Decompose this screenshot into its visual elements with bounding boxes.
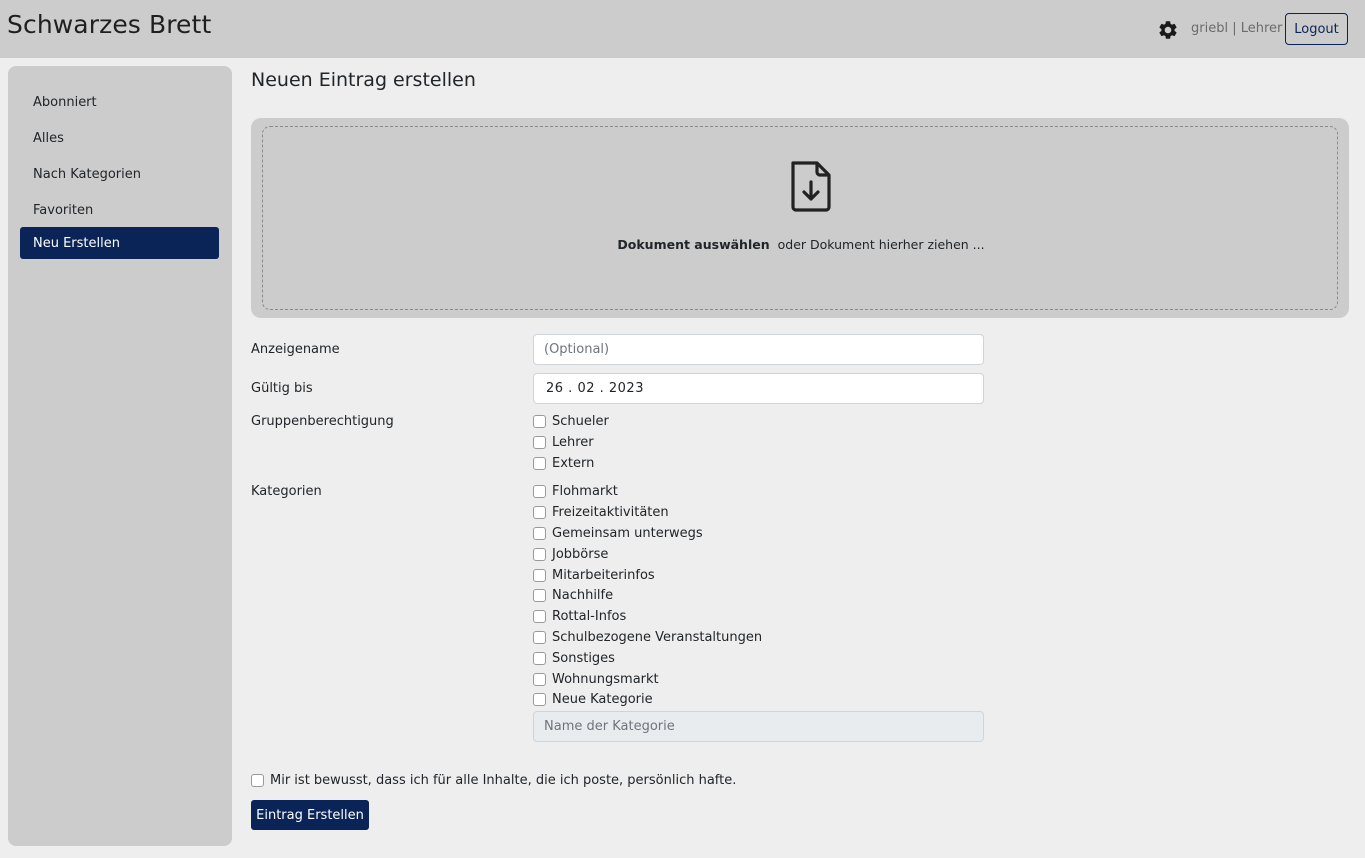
gear-icon[interactable] — [1157, 19, 1179, 41]
sidebar-item-favoriten[interactable]: Favoriten — [20, 194, 219, 226]
display-name-label: Anzeigename — [251, 342, 340, 357]
checkbox[interactable] — [533, 568, 546, 582]
valid-until-label: Gültig bis — [251, 381, 313, 396]
checkbox[interactable] — [533, 414, 546, 428]
group-option-lehrer[interactable]: Lehrer — [533, 433, 594, 451]
checkbox[interactable] — [533, 456, 546, 470]
drag-hint: oder Dokument hierher ziehen ... — [777, 237, 985, 252]
group-option-schueler[interactable]: Schueler — [533, 412, 609, 430]
category-option-flohmarkt[interactable]: Flohmarkt — [533, 482, 618, 500]
category-option-mitarbeiterinfos[interactable]: Mitarbeiterinfos — [533, 566, 655, 584]
sidebar-item-neu-erstellen[interactable]: Neu Erstellen — [20, 227, 219, 259]
dropzone-border: Dokument auswählen oder Dokument hierher… — [262, 126, 1338, 310]
terms-label: Mir ist bewusst, dass ich für alle Inhal… — [270, 772, 737, 788]
category-option-sonstiges[interactable]: Sonstiges — [533, 649, 615, 667]
checkbox[interactable] — [533, 692, 546, 706]
display-name-input[interactable] — [533, 334, 984, 365]
checkbox[interactable] — [533, 505, 546, 519]
select-document-link[interactable]: Dokument auswählen — [617, 237, 769, 252]
checkbox[interactable] — [533, 630, 546, 644]
top-bar: Schwarzes Brett griebl | Lehrer Logout — [0, 0, 1365, 58]
document-dropzone[interactable]: Dokument auswählen oder Dokument hierher… — [251, 118, 1349, 318]
app-title: Schwarzes Brett — [7, 10, 212, 39]
new-category-name-input[interactable] — [533, 711, 984, 742]
file-download-icon — [791, 161, 831, 212]
create-entry-button[interactable]: Eintrag Erstellen — [251, 800, 369, 830]
categories-label: Kategorien — [251, 484, 322, 499]
sidebar-item-nach-kategorien[interactable]: Nach Kategorien — [20, 158, 219, 190]
terms-acknowledgement[interactable]: Mir ist bewusst, dass ich für alle Inhal… — [251, 771, 736, 789]
valid-until-date-input[interactable] — [533, 373, 984, 404]
dropzone-text: Dokument auswählen oder Dokument hierher… — [263, 237, 1339, 252]
category-option-nachhilfe[interactable]: Nachhilfe — [533, 586, 613, 604]
page-title: Neuen Eintrag erstellen — [251, 69, 476, 91]
checkbox[interactable] — [533, 526, 546, 540]
sidebar-item-alles[interactable]: Alles — [20, 122, 219, 154]
checkbox[interactable] — [533, 672, 546, 686]
checkbox[interactable] — [533, 588, 546, 602]
group-permission-label: Gruppenberechtigung — [251, 414, 394, 429]
checkbox[interactable] — [533, 609, 546, 623]
checkbox[interactable] — [533, 651, 546, 665]
category-option-jobboerse[interactable]: Jobbörse — [533, 545, 608, 563]
checkbox[interactable] — [533, 484, 546, 498]
category-option-wohnungsmarkt[interactable]: Wohnungsmarkt — [533, 670, 659, 688]
group-option-extern[interactable]: Extern — [533, 454, 594, 472]
category-option-freizeitaktivitaeten[interactable]: Freizeitaktivitäten — [533, 503, 669, 521]
checkbox[interactable] — [533, 547, 546, 561]
category-option-neue-kategorie[interactable]: Neue Kategorie — [533, 690, 653, 708]
category-option-rottal-infos[interactable]: Rottal-Infos — [533, 607, 626, 625]
logout-button[interactable]: Logout — [1285, 13, 1348, 45]
sidebar: Abonniert Alles Nach Kategorien Favorite… — [8, 66, 232, 846]
category-option-schulbezogene-veranstaltungen[interactable]: Schulbezogene Veranstaltungen — [533, 628, 762, 646]
sidebar-item-abonniert[interactable]: Abonniert — [20, 86, 219, 118]
checkbox[interactable] — [533, 435, 546, 449]
checkbox[interactable] — [251, 773, 264, 787]
user-label: griebl | Lehrer — [1191, 21, 1283, 36]
category-option-gemeinsam-unterwegs[interactable]: Gemeinsam unterwegs — [533, 524, 703, 542]
